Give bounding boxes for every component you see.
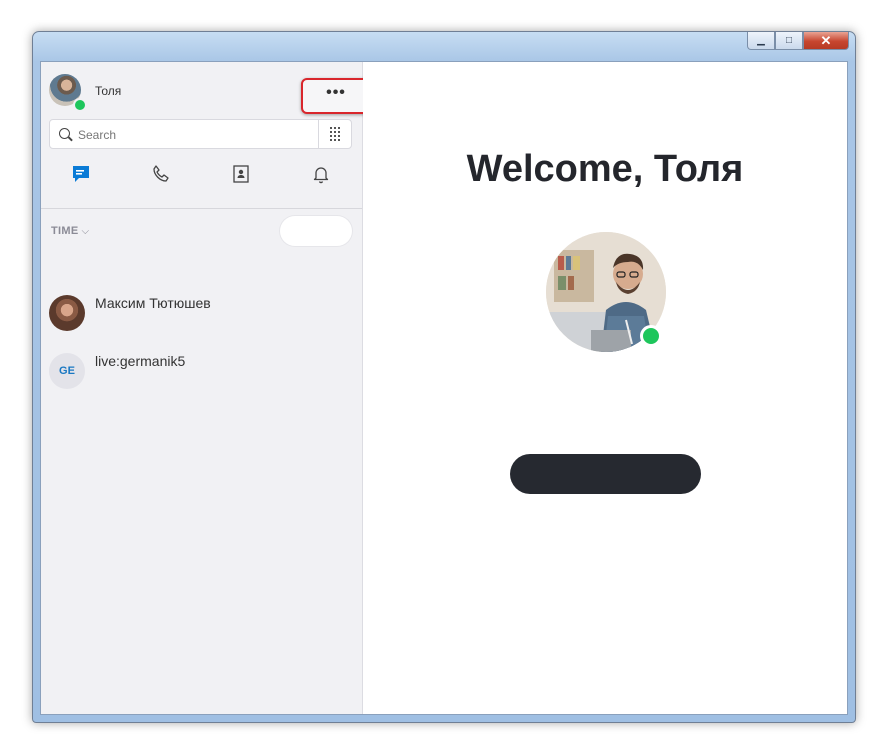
search-input[interactable]: [76, 125, 320, 145]
tab-contacts[interactable]: [229, 162, 253, 186]
tab-chats[interactable]: [69, 162, 93, 186]
search-icon: [59, 128, 70, 139]
app-window: ▁ □ ✕ Толя ••• Search TIME ⌵ Максим Тютю…: [32, 31, 856, 723]
chat-contact-name: live:germanik5: [95, 353, 186, 369]
maximize-button[interactable]: □: [775, 32, 803, 50]
app-client-area: Толя ••• Search TIME ⌵ Максим Тютюшев GE…: [40, 61, 848, 715]
profile-header: Толя •••: [49, 70, 371, 114]
close-button[interactable]: ✕: [803, 32, 849, 50]
chat-contact-name: Максим Тютюшев: [95, 295, 211, 311]
more-dots-icon: •••: [326, 84, 346, 101]
chat-list-item[interactable]: GE live:germanik5: [41, 353, 362, 403]
bell-icon: [313, 167, 329, 184]
profile-name[interactable]: Толя: [95, 84, 121, 98]
phone-icon: [153, 165, 169, 182]
tab-calls[interactable]: [149, 162, 173, 186]
tab-notifications[interactable]: [309, 162, 333, 186]
welcome-heading: Welcome, Толя: [466, 148, 744, 190]
sidebar-divider: [41, 208, 362, 209]
nav-tabs: [41, 154, 362, 194]
contact-avatar: [49, 295, 85, 331]
contacts-icon: [233, 165, 249, 183]
online-status-indicator: [640, 325, 662, 347]
sort-label: TIME: [51, 225, 79, 237]
window-controls: ▁ □ ✕: [747, 32, 849, 50]
search-box[interactable]: [49, 119, 352, 149]
minimize-button[interactable]: ▁: [747, 32, 775, 50]
chevron-down-icon: ⌵: [81, 226, 90, 237]
chat-list-item[interactable]: Максим Тютюшев: [41, 295, 362, 345]
main-panel: Welcome, Толя: [363, 62, 847, 714]
dialpad-icon: [330, 127, 340, 141]
more-options-button[interactable]: •••: [301, 78, 371, 114]
new-chat-button[interactable]: [280, 216, 352, 246]
online-status-indicator: [73, 98, 87, 112]
sidebar: Толя ••• Search TIME ⌵ Максим Тютюшев GE…: [41, 62, 371, 714]
sort-dropdown[interactable]: TIME ⌵: [51, 225, 89, 237]
contact-avatar-initials: GE: [49, 353, 85, 389]
dialpad-button[interactable]: [318, 120, 351, 148]
chat-icon: [73, 166, 89, 182]
primary-action-button[interactable]: [510, 454, 701, 494]
